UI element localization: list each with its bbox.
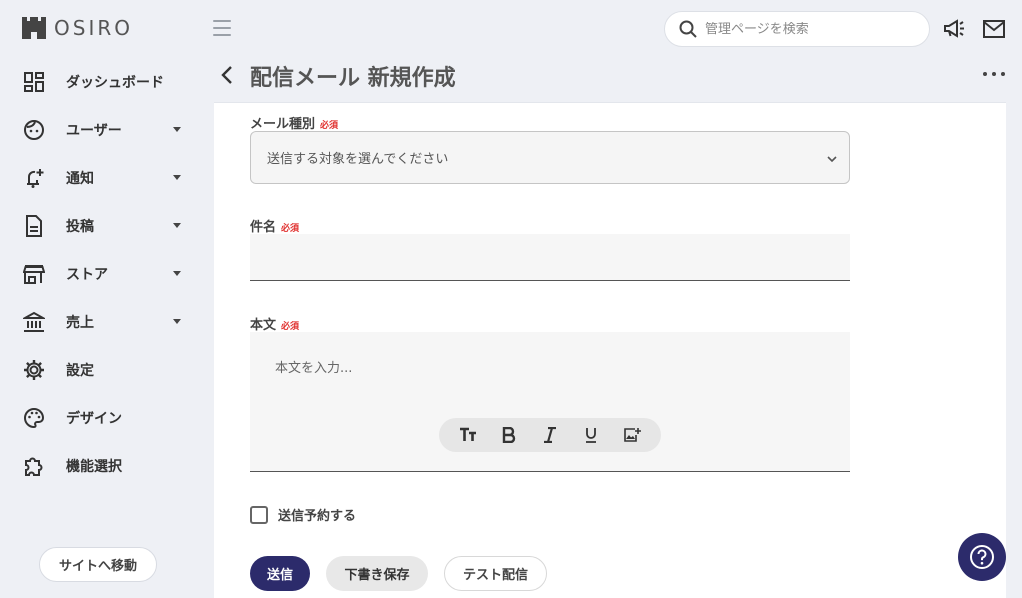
mail-type-label: メール種別 必須 (250, 113, 338, 132)
help-button[interactable] (958, 533, 1006, 581)
page-title: 配信メール 新規作成 (250, 66, 456, 91)
caret-down-icon (173, 175, 181, 180)
schedule-checkbox[interactable] (250, 505, 268, 524)
schedule-label: 送信予約する (278, 509, 357, 524)
select-value: 送信する対象を選んでください (267, 152, 449, 167)
sidebar-nav: ダッシュボード ユーザー 通知 投稿 ストア 売上 設定 デザイン 機能選択 (0, 58, 198, 490)
sidebar-item-label: 投稿 (66, 219, 94, 235)
subject-input[interactable] (250, 234, 850, 281)
help-icon (970, 545, 994, 569)
caret-down-icon (173, 127, 181, 132)
italic-icon[interactable] (538, 423, 562, 447)
field-label-text: 本文 (250, 318, 277, 333)
more-options-icon[interactable] (983, 64, 1005, 84)
sidebar-item-label: 売上 (66, 315, 94, 331)
user-face-icon (22, 118, 46, 142)
sidebar-item-features[interactable]: 機能選択 (0, 442, 198, 490)
go-to-site-button[interactable]: サイトへ移動 (39, 547, 157, 582)
document-icon (22, 214, 46, 238)
logo[interactable]: OSIRO (22, 16, 133, 40)
save-draft-button[interactable]: 下書き保存 (326, 556, 428, 591)
sidebar-item-label: ストア (66, 267, 108, 283)
back-icon[interactable] (218, 64, 238, 86)
sidebar-item-label: ユーザー (66, 123, 122, 139)
add-image-icon[interactable] (620, 423, 644, 447)
form-card: メール種別 必須 送信する対象を選んでください 件名 必須 本文 必須 本文を入… (214, 102, 1006, 598)
store-icon (22, 262, 46, 286)
bank-icon (22, 310, 46, 334)
body-placeholder: 本文を入力... (275, 361, 353, 376)
menu-toggle-icon[interactable] (213, 20, 231, 36)
required-badge: 必須 (320, 121, 339, 131)
caret-down-icon (173, 271, 181, 276)
sidebar-item-posts[interactable]: 投稿 (0, 202, 198, 250)
subject-label: 件名 必須 (250, 216, 299, 235)
body-editor[interactable]: 本文を入力... (250, 332, 850, 472)
bell-plus-icon (22, 166, 46, 190)
megaphone-icon[interactable] (943, 18, 965, 40)
send-button[interactable]: 送信 (250, 556, 310, 591)
mail-type-select[interactable]: 送信する対象を選んでください (250, 131, 850, 184)
sidebar-item-store[interactable]: ストア (0, 250, 198, 298)
sidebar-item-notifications[interactable]: 通知 (0, 154, 198, 202)
text-size-icon[interactable] (456, 423, 480, 447)
caret-down-icon (173, 223, 181, 228)
underline-icon[interactable] (579, 423, 603, 447)
search-icon (679, 20, 697, 38)
sidebar-item-label: デザイン (66, 411, 122, 427)
test-send-button[interactable]: テスト配信 (444, 556, 547, 591)
sidebar-item-design[interactable]: デザイン (0, 394, 198, 442)
gear-icon (22, 358, 46, 382)
sidebar-item-label: 設定 (66, 363, 94, 379)
sidebar-item-sales[interactable]: 売上 (0, 298, 198, 346)
required-badge: 必須 (281, 322, 300, 332)
bold-icon[interactable] (497, 423, 521, 447)
sidebar-item-label: ダッシュボード (66, 75, 164, 91)
sidebar-item-users[interactable]: ユーザー (0, 106, 198, 154)
schedule-row: 送信予約する (250, 505, 356, 524)
sidebar: OSIRO ダッシュボード ユーザー 通知 投稿 ストア 売上 設定 デザイン … (0, 0, 198, 598)
editor-toolbar (439, 418, 661, 452)
sidebar-item-settings[interactable]: 設定 (0, 346, 198, 394)
dashboard-icon (22, 70, 46, 94)
body-label: 本文 必須 (250, 314, 299, 333)
castle-logo-icon (22, 17, 46, 39)
palette-icon (22, 406, 46, 430)
field-label-text: 件名 (250, 220, 277, 235)
sidebar-item-label: 通知 (66, 171, 94, 187)
logo-text: OSIRO (54, 16, 133, 40)
sidebar-item-label: 機能選択 (66, 459, 122, 475)
puzzle-icon (22, 454, 46, 478)
mail-icon[interactable] (983, 18, 1005, 40)
required-badge: 必須 (281, 224, 300, 234)
caret-down-icon (173, 319, 181, 324)
field-label-text: メール種別 (250, 117, 316, 132)
chevron-down-icon (827, 156, 837, 163)
sidebar-item-dashboard[interactable]: ダッシュボード (0, 58, 198, 106)
search-input[interactable] (705, 21, 905, 37)
search-bar[interactable] (664, 11, 930, 47)
